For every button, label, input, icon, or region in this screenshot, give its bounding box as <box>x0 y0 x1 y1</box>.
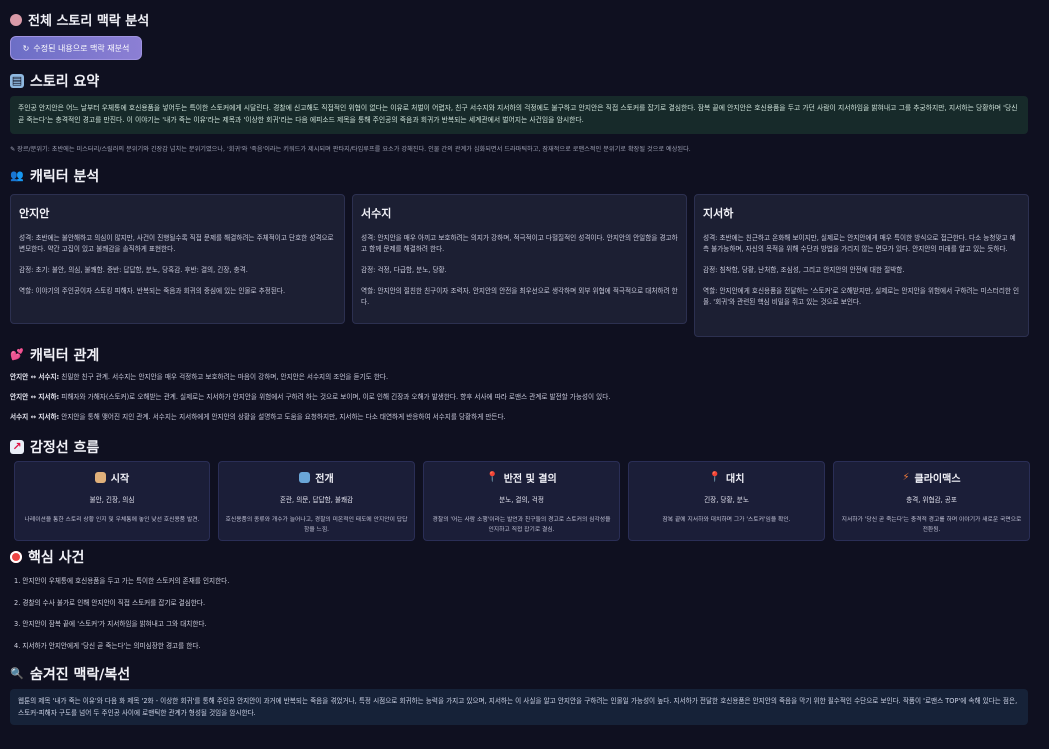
pin-icon: ✎ <box>10 146 16 153</box>
character-emotion: 감정: 침착함, 당황, 난처함, 조심성, 그리고 안지안의 안전에 대한 절… <box>703 266 905 274</box>
event-item: 3. 안지안이 잠복 끝에 '스토커'가 지서하임을 밝혀내고 그와 대치한다. <box>14 620 207 628</box>
summary-heading-text: 스토리 요약 <box>30 74 100 90</box>
relation-item: 서수지 ↔ 지서하: 안지안을 통해 맺어진 지인 관계. 서수지는 지서하에게… <box>10 411 506 421</box>
event-item: 2. 경찰의 수사 불가로 인해 안지안이 직접 스토커를 잡기로 결심한다. <box>14 599 206 607</box>
event-item: 4. 지서하가 안지안에게 '당신 곧 죽는다'는 의미심장한 경고를 한다. <box>14 642 201 650</box>
emotion-flow-heading: ↗ 감정선 흐름 <box>10 437 99 457</box>
character-name: 서수지 <box>361 207 392 220</box>
page-title-text: 전체 스토리 맥락 분석 <box>28 14 150 29</box>
page-title: 전체 스토리 맥락 분석 <box>10 10 149 29</box>
emotion-stage-emotions: 긴장, 당황, 분노 <box>704 496 749 504</box>
characters-heading: 👥 캐릭터 분석 <box>10 166 99 186</box>
relation-item: 안지안 ↔ 지서하: 피해자와 가해자(스토커)로 오해받는 관계. 실제로는 … <box>10 391 610 401</box>
character-card-anjian: 안지안 성격: 초반에는 불안해하고 의심이 많지만, 사건이 진행될수록 직접… <box>10 194 345 324</box>
character-name: 안지안 <box>19 207 50 220</box>
character-role: 역할: 이야기의 주인공이자 스토킹 피해자. 반복되는 죽음과 회귀의 중심에… <box>19 287 286 295</box>
book-icon: ▤ <box>10 74 24 88</box>
summary-heading: ▤ 스토리 요약 <box>10 71 99 91</box>
emotion-stage-emotions: 불안, 긴장, 의심 <box>89 496 135 504</box>
characters-heading-text: 캐릭터 분석 <box>30 169 100 185</box>
relation-text: 친밀한 친구 관계. 서수지는 안지안을 매우 걱정하고 보호하려는 마음이 강… <box>61 373 389 381</box>
character-emotion: 감정: 초기: 불안, 의심, 불쾌함. 중반: 답답함, 분노, 당혹감. 후… <box>19 266 248 274</box>
wave-icon <box>299 472 311 483</box>
emotion-flow-heading-text: 감정선 흐름 <box>30 440 100 456</box>
refresh-icon: ↻ <box>22 43 30 53</box>
emotion-stage-title: 클라이맥스 <box>914 474 961 485</box>
emotion-stage-emotions: 충격, 위협감, 공포 <box>906 496 957 504</box>
relation-pair: 안지안 ↔ 서수지: <box>10 373 60 381</box>
summary-box: 주인공 안지안은 어느 날부터 우체통에 호신용품을 넣어두는 특이한 스토커에… <box>10 96 1028 134</box>
character-personality: 성격: 초반에는 친근하고 온화해 보이지만, 실제로는 안지안에게 매우 특이… <box>703 234 1016 253</box>
genre-note-text: 장르/분위기: 초반에는 미스터리/스릴러의 분위기와 긴장감 넘치는 분위기였… <box>17 146 691 153</box>
pin-icon: 📍 <box>708 472 722 483</box>
relation-item: 안지안 ↔ 서수지: 친밀한 친구 관계. 서수지는 안지안을 매우 걱정하고 … <box>10 371 388 381</box>
relation-text: 피해자와 가해자(스토커)로 오해받는 관계. 실제로는 지서하가 안지안을 위… <box>61 393 611 401</box>
emotion-stage-emotions: 혼란, 의문, 답답함, 불쾌감 <box>279 496 354 504</box>
events-heading-text: 핵심 사건 <box>28 550 85 566</box>
character-name: 지서하 <box>703 207 734 220</box>
emotion-stage-start: 시작 불안, 긴장, 의심 나레이션을 통한 스토리 상황 인지 및 우체통에 … <box>14 461 210 541</box>
emotion-stage-emotions: 분노, 결의, 걱정 <box>499 496 544 504</box>
reanalyze-button[interactable]: ↻ 수정된 내용으로 맥락 재분석 <box>10 36 142 60</box>
hidden-context-box: 웹툰의 제목 '내가 죽는 이유'와 다음 화 제목 '2화 - 이상한 회귀'… <box>10 689 1028 725</box>
people-icon: 👥 <box>10 169 24 182</box>
relation-pair: 안지안 ↔ 지서하: <box>10 393 60 401</box>
events-heading: 핵심 사건 <box>10 547 84 567</box>
emotion-stage-desc: 나레이션을 통한 스토리 상황 인지 및 우체통에 놓인 낯선 호신용품 발견. <box>24 517 200 523</box>
character-personality: 성격: 초반에는 불안해하고 의심이 많지만, 사건이 진행될수록 직접 문제를… <box>19 234 334 253</box>
character-card-jiseoha: 지서하 성격: 초반에는 친근하고 온화해 보이지만, 실제로는 안지안에게 매… <box>694 194 1029 337</box>
pin-icon: 📍 <box>486 472 499 483</box>
emotion-stage-desc: 지서하가 '당신 곧 죽는다'는 충격적 경고를 하며 이야기가 새로운 국면으… <box>841 517 1022 533</box>
relations-heading-text: 캐릭터 관계 <box>30 348 100 364</box>
character-card-seosuji: 서수지 성격: 안지안을 매우 아끼고 보호하려는 의지가 강하며, 적극적이고… <box>352 194 687 324</box>
hearts-icon: 💕 <box>10 348 24 361</box>
emotion-stage-title: 시작 <box>110 474 130 485</box>
emotion-stage-desc: 호신용품의 종류와 개수가 늘어나고, 경찰의 미온적인 태도에 안지안이 답답… <box>225 517 408 533</box>
emotion-stage-desc: 경찰의 '어는 사람 소행'이라는 발언과 친구들의 경고로 스토커의 심각성을… <box>432 517 611 533</box>
genre-note: ✎ 장르/분위기: 초반에는 미스터리/스릴러의 분위기와 긴장감 넘치는 분위… <box>10 144 691 153</box>
emotion-stage-climax: ⚡ 클라이맥스 충격, 위협감, 공포 지서하가 '당신 곧 죽는다'는 충격적 … <box>833 461 1030 541</box>
hidden-heading-text: 숨겨진 맥락/복선 <box>30 667 131 683</box>
emotion-stage-twist: 📍 반전 및 결의 분노, 결의, 걱정 경찰의 '어는 사람 소행'이라는 발언… <box>423 461 620 541</box>
target-icon <box>10 551 22 563</box>
lightning-icon: ⚡ <box>902 472 910 483</box>
character-role: 역할: 안지안의 절친한 친구이자 조력자. 안지안의 안전을 최우선으로 생각… <box>361 287 678 306</box>
emotion-stage-title: 전개 <box>315 474 334 485</box>
reanalyze-button-label: 수정된 내용으로 맥락 재분석 <box>33 43 130 53</box>
analysis-page: 전체 스토리 맥락 분석 ↻ 수정된 내용으로 맥락 재분석 ▤ 스토리 요약 … <box>0 0 1049 749</box>
emotion-stage-development: 전개 혼란, 의문, 답답함, 불쾌감 호신용품의 종류와 개수가 늘어나고, … <box>218 461 415 541</box>
emotion-stage-title: 대치 <box>726 474 745 485</box>
relation-text: 안지안을 통해 맺어진 지인 관계. 서수지는 지서하에게 안지안의 상황을 설… <box>61 413 506 421</box>
character-role: 역할: 안지안에게 호신용품을 전달하는 '스토커'로 오해받지만, 실제로는 … <box>703 287 1020 306</box>
event-item: 1. 안지안이 우체통에 호신용품을 두고 가는 특이한 스토커의 존재를 인지… <box>14 577 230 585</box>
brain-icon <box>10 13 22 26</box>
chart-icon: ↗ <box>10 440 24 454</box>
emotion-stage-title: 반전 및 결의 <box>503 474 557 485</box>
emotion-stage-confrontation: 📍 대치 긴장, 당황, 분노 잠복 끝에 지서하와 대치하며 그가 '스토커'임… <box>628 461 825 541</box>
character-emotion: 감정: 걱정, 다급함, 분노, 당황. <box>361 266 447 274</box>
emotion-stage-desc: 잠복 끝에 지서하와 대치하며 그가 '스토커'임을 확인. <box>662 517 791 523</box>
magnifier-icon: 🔍 <box>10 667 24 680</box>
relation-pair: 서수지 ↔ 지서하: <box>10 413 60 421</box>
hidden-heading: 🔍 숨겨진 맥락/복선 <box>10 664 130 684</box>
relations-heading: 💕 캐릭터 관계 <box>10 345 99 365</box>
picture-icon <box>94 472 106 483</box>
character-personality: 성격: 안지안을 매우 아끼고 보호하려는 의지가 강하며, 적극적이고 다혈질… <box>361 234 678 253</box>
